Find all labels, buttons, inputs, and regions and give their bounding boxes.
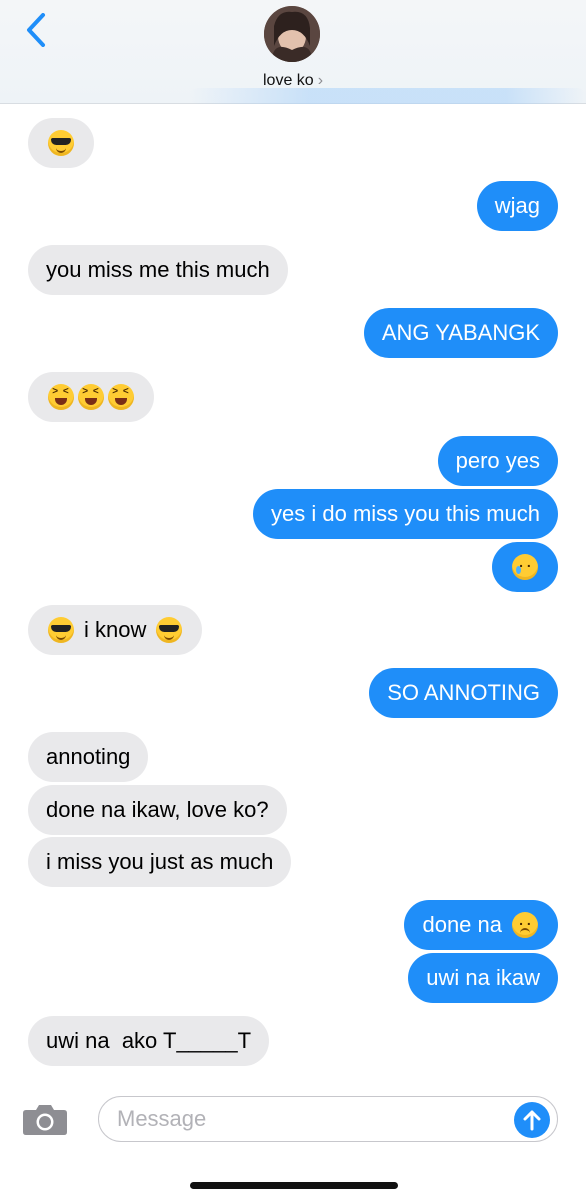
message-input-placeholder: Message: [117, 1106, 207, 1131]
sunglasses-face-icon: [48, 130, 74, 156]
message-row-incoming: [0, 372, 586, 422]
chevron-left-icon: [27, 13, 45, 47]
message-row-incoming: uwi na ako T_____T: [0, 1016, 586, 1066]
message-bubble[interactable]: you miss me this much: [28, 245, 288, 295]
message-bubble[interactable]: pero yes: [437, 436, 558, 486]
laughing-face-icon: [78, 384, 104, 410]
message-bubble[interactable]: done na: [404, 900, 558, 950]
chevron-right-icon: ›: [317, 72, 324, 89]
message-bubble[interactable]: i miss you just as much: [28, 837, 292, 887]
message-row-outgoing: yes i do miss you this much: [0, 489, 586, 539]
message-input[interactable]: Message: [98, 1096, 558, 1142]
message-bubble[interactable]: [28, 372, 154, 422]
laughing-face-icon: [108, 384, 134, 410]
message-bubble[interactable]: uwi na ako T_____T: [28, 1016, 270, 1066]
message-row-incoming: [0, 118, 586, 168]
message-text: done na: [422, 912, 502, 937]
contact-avatar[interactable]: [264, 6, 320, 62]
crying-face-icon: [512, 554, 538, 580]
message-row-incoming: annoting: [0, 732, 586, 782]
message-text: annoting: [46, 744, 131, 769]
avatar-photo: [264, 6, 320, 62]
message-text: SO ANNOTING: [387, 680, 540, 705]
message-text: i know: [84, 617, 147, 642]
laughing-face-icon: [48, 384, 74, 410]
contact-name-button[interactable]: love ko ›: [0, 70, 586, 92]
back-button[interactable]: [18, 10, 54, 50]
message-text: wjag: [494, 193, 540, 218]
conversation-header: love ko ›: [0, 0, 586, 104]
message-text: uwi na ako T_____T: [46, 1028, 252, 1053]
message-bubble[interactable]: wjag: [476, 181, 558, 231]
message-bubble[interactable]: ANG YABANGK: [363, 308, 558, 358]
message-bubble[interactable]: uwi na ikaw: [408, 953, 558, 1003]
message-row-incoming: i miss you just as much: [0, 837, 586, 887]
message-row-outgoing: done na: [0, 900, 586, 950]
camera-button[interactable]: [22, 1102, 68, 1136]
sunglasses-face-icon: [156, 617, 183, 643]
message-text: i miss you just as much: [46, 849, 274, 874]
message-row-outgoing: [0, 542, 586, 592]
home-indicator[interactable]: [190, 1182, 398, 1189]
message-row-outgoing: pero yes: [0, 436, 586, 486]
message-row-outgoing: ANG YABANGK: [0, 308, 586, 358]
send-button[interactable]: [514, 1102, 550, 1138]
message-text: uwi na ikaw: [426, 965, 540, 990]
frowning-face-icon: [512, 912, 538, 938]
message-text: you miss me this much: [46, 257, 270, 282]
compose-bar: Message: [0, 1074, 586, 1200]
message-thread[interactable]: wjag you miss me this much ANG YABANGK p…: [0, 104, 586, 1074]
arrow-up-icon: [523, 1110, 541, 1131]
message-bubble[interactable]: yes i do miss you this much: [253, 489, 558, 539]
message-row-outgoing: wjag: [0, 181, 586, 231]
message-row-incoming: you miss me this much: [0, 245, 586, 295]
message-text: done na ikaw, love ko?: [46, 797, 269, 822]
message-row-incoming: i know: [0, 605, 586, 655]
message-row-incoming: done na ikaw, love ko?: [0, 785, 586, 835]
message-bubble[interactable]: i know: [28, 605, 203, 655]
message-row-outgoing: SO ANNOTING: [0, 668, 586, 718]
message-bubble[interactable]: done na ikaw, love ko?: [28, 785, 287, 835]
message-text: ANG YABANGK: [381, 320, 540, 345]
messages-screen: love ko › wjag you miss me this much ANG…: [0, 0, 586, 1200]
message-bubble[interactable]: [492, 542, 558, 592]
sunglasses-face-icon: [48, 617, 74, 643]
message-bubble[interactable]: [28, 118, 94, 168]
camera-icon: [23, 1105, 67, 1135]
message-text: pero yes: [455, 448, 540, 473]
contact-name: love ko: [262, 72, 314, 89]
message-bubble[interactable]: SO ANNOTING: [369, 668, 558, 718]
message-text: yes i do miss you this much: [271, 501, 540, 526]
message-row-outgoing: uwi na ikaw: [0, 953, 586, 1003]
message-bubble[interactable]: annoting: [28, 732, 149, 782]
